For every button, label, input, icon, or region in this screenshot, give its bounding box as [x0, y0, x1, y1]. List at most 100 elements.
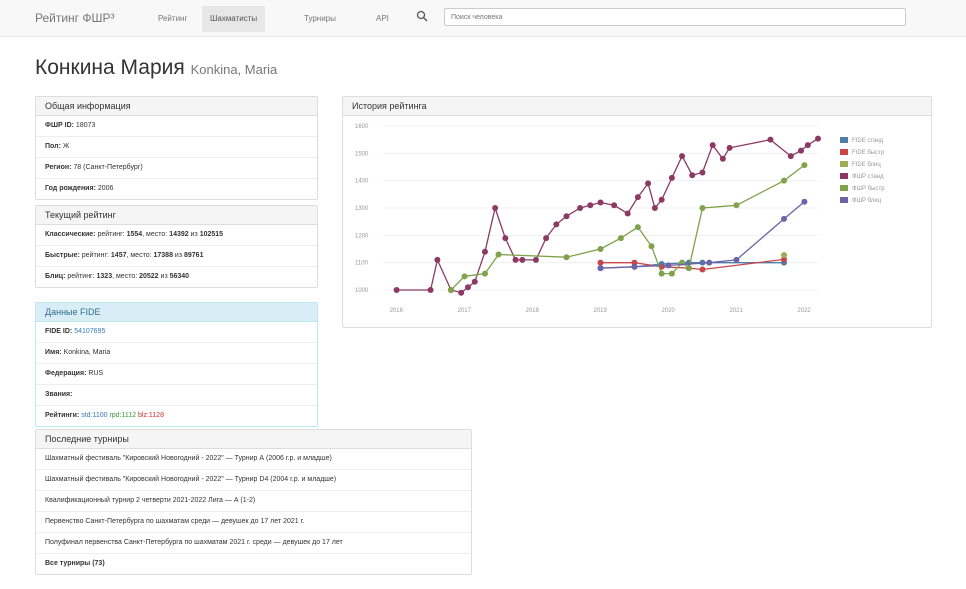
fide-row-ratings: Рейтинги: std:1100 rpd:1112 blz:1128	[45, 412, 164, 419]
data-point	[461, 273, 468, 280]
y-tick-label: 1400	[355, 179, 369, 185]
data-point	[434, 256, 441, 263]
data-point	[767, 136, 774, 143]
data-point	[597, 259, 604, 266]
fide-row-federation: Федерация: RUS	[36, 364, 317, 385]
x-tick-label: 2017	[458, 308, 472, 314]
data-point	[464, 284, 471, 291]
data-point	[733, 256, 740, 263]
data-point	[685, 265, 692, 272]
legend-label: FIDE быстр	[852, 150, 885, 156]
data-point	[577, 205, 584, 211]
legend-swatch	[840, 137, 848, 143]
nav-item-rating[interactable]: Рейтинг	[150, 6, 195, 32]
current-rating-panel: Текущий рейтинг Классические: рейтинг: 1…	[35, 205, 318, 288]
tournament-item[interactable]: Полуфинал первенства Санкт-Петербурга по…	[36, 533, 471, 554]
player-latin-name: Konkina, Maria	[190, 62, 278, 77]
panel-title: Последние турниры	[36, 430, 471, 449]
nav-item-players[interactable]: Шахматисты	[202, 6, 266, 32]
data-point	[658, 196, 665, 203]
data-point	[726, 144, 733, 151]
data-point	[447, 287, 454, 293]
data-point	[519, 256, 526, 263]
data-point	[719, 155, 726, 162]
data-point	[481, 248, 488, 255]
data-point	[597, 265, 604, 272]
fide-row-name: Имя: Konkina, Maria	[36, 343, 317, 364]
series-line	[450, 164, 805, 291]
data-point	[553, 221, 560, 228]
nav-item-tournaments[interactable]: Турниры	[296, 6, 344, 32]
all-tournaments-link[interactable]: Все турниры (73)	[36, 554, 471, 574]
legend-swatch	[840, 173, 848, 179]
data-point	[709, 142, 716, 149]
data-point	[699, 205, 706, 211]
x-tick-label: 2021	[729, 308, 743, 314]
data-point	[699, 169, 706, 176]
data-point	[645, 180, 652, 187]
rating-history-chart: 1000 1100 1200 1300 1400 1500 1600 2016 2017 2018…	[355, 124, 885, 314]
rating-row-rapid: Быстрые: рейтинг: 1457, место: 17388 из …	[36, 246, 317, 267]
legend-label: ФШР блиц	[852, 198, 882, 204]
fide-id-link[interactable]: 54107695	[74, 328, 105, 335]
tournament-item[interactable]: Первенство Санкт-Петербурга по шахматам …	[36, 512, 471, 533]
search-input[interactable]	[444, 8, 906, 26]
data-point	[512, 256, 519, 263]
data-point	[458, 289, 465, 296]
data-point	[611, 202, 618, 209]
data-point	[781, 215, 788, 222]
data-point	[798, 147, 805, 154]
info-row-sex: Пол: Ж	[36, 137, 317, 158]
y-tick-label: 1300	[355, 206, 369, 212]
navbar: Рейтинг ФШР³ Рейтинг Шахматисты Турниры …	[0, 0, 966, 37]
series-line	[396, 138, 819, 294]
data-point	[624, 210, 631, 217]
data-point	[658, 270, 665, 277]
tournament-item[interactable]: Шахматный фестиваль "Кировский Новогодни…	[36, 470, 471, 491]
data-point	[679, 153, 686, 160]
data-point	[668, 270, 675, 277]
blitz-label: Блиц:	[45, 273, 66, 280]
page-title: Конкина Мария Konkina, Maria	[35, 56, 277, 80]
data-point	[781, 177, 788, 184]
x-tick-label: 2022	[797, 308, 811, 314]
legend-label: FIDE станд	[852, 138, 884, 144]
panel-title: Общая информация	[36, 97, 317, 116]
data-point	[801, 162, 808, 169]
data-point	[815, 135, 821, 142]
legend-label: ФШР станд	[852, 174, 884, 180]
info-row-region: Регион: 78 (Санкт-Петербург)	[36, 158, 317, 179]
tournament-item[interactable]: Шахматный фестиваль "Кировский Новогодни…	[36, 449, 471, 470]
panel-title: Данные FIDE	[36, 303, 317, 322]
data-point	[495, 251, 502, 258]
data-point	[804, 142, 811, 149]
rating-row-blitz: Блиц: рейтинг: 1323, место: 20522 из 563…	[45, 273, 190, 280]
nav-item-api[interactable]: API	[368, 6, 397, 32]
search-icon[interactable]	[416, 10, 432, 26]
brand-logo[interactable]: Рейтинг ФШР³	[35, 11, 115, 25]
data-point	[689, 172, 696, 179]
data-point	[563, 213, 570, 220]
y-tick-label: 1200	[355, 233, 369, 239]
tournament-item[interactable]: Квалификационный турнир 2 четверти 2021-…	[36, 491, 471, 512]
legend-swatch	[840, 197, 848, 203]
classic-label: Классические:	[45, 231, 96, 238]
y-tick-label: 1100	[355, 261, 369, 267]
data-point	[668, 174, 675, 181]
x-tick-label: 2018	[526, 308, 540, 314]
data-point	[801, 198, 808, 205]
fide-row-id: FIDE ID: 54107695	[36, 322, 317, 343]
info-row-id: ФШР ID: 18073	[36, 116, 317, 137]
info-row-birth: Год рождения: 2006	[45, 185, 114, 192]
legend-label: ФШР быстр	[852, 186, 885, 192]
data-point	[665, 262, 672, 269]
general-info-panel: Общая информация ФШР ID: 18073 Пол: Ж Ре…	[35, 96, 318, 200]
data-point	[634, 224, 641, 231]
data-point	[617, 235, 624, 242]
x-tick-label: 2019	[594, 308, 608, 314]
data-point	[597, 246, 604, 252]
y-tick-label: 1000	[355, 288, 369, 294]
data-point	[502, 235, 509, 242]
data-point	[651, 205, 658, 211]
x-tick-label: 2016	[390, 308, 404, 314]
